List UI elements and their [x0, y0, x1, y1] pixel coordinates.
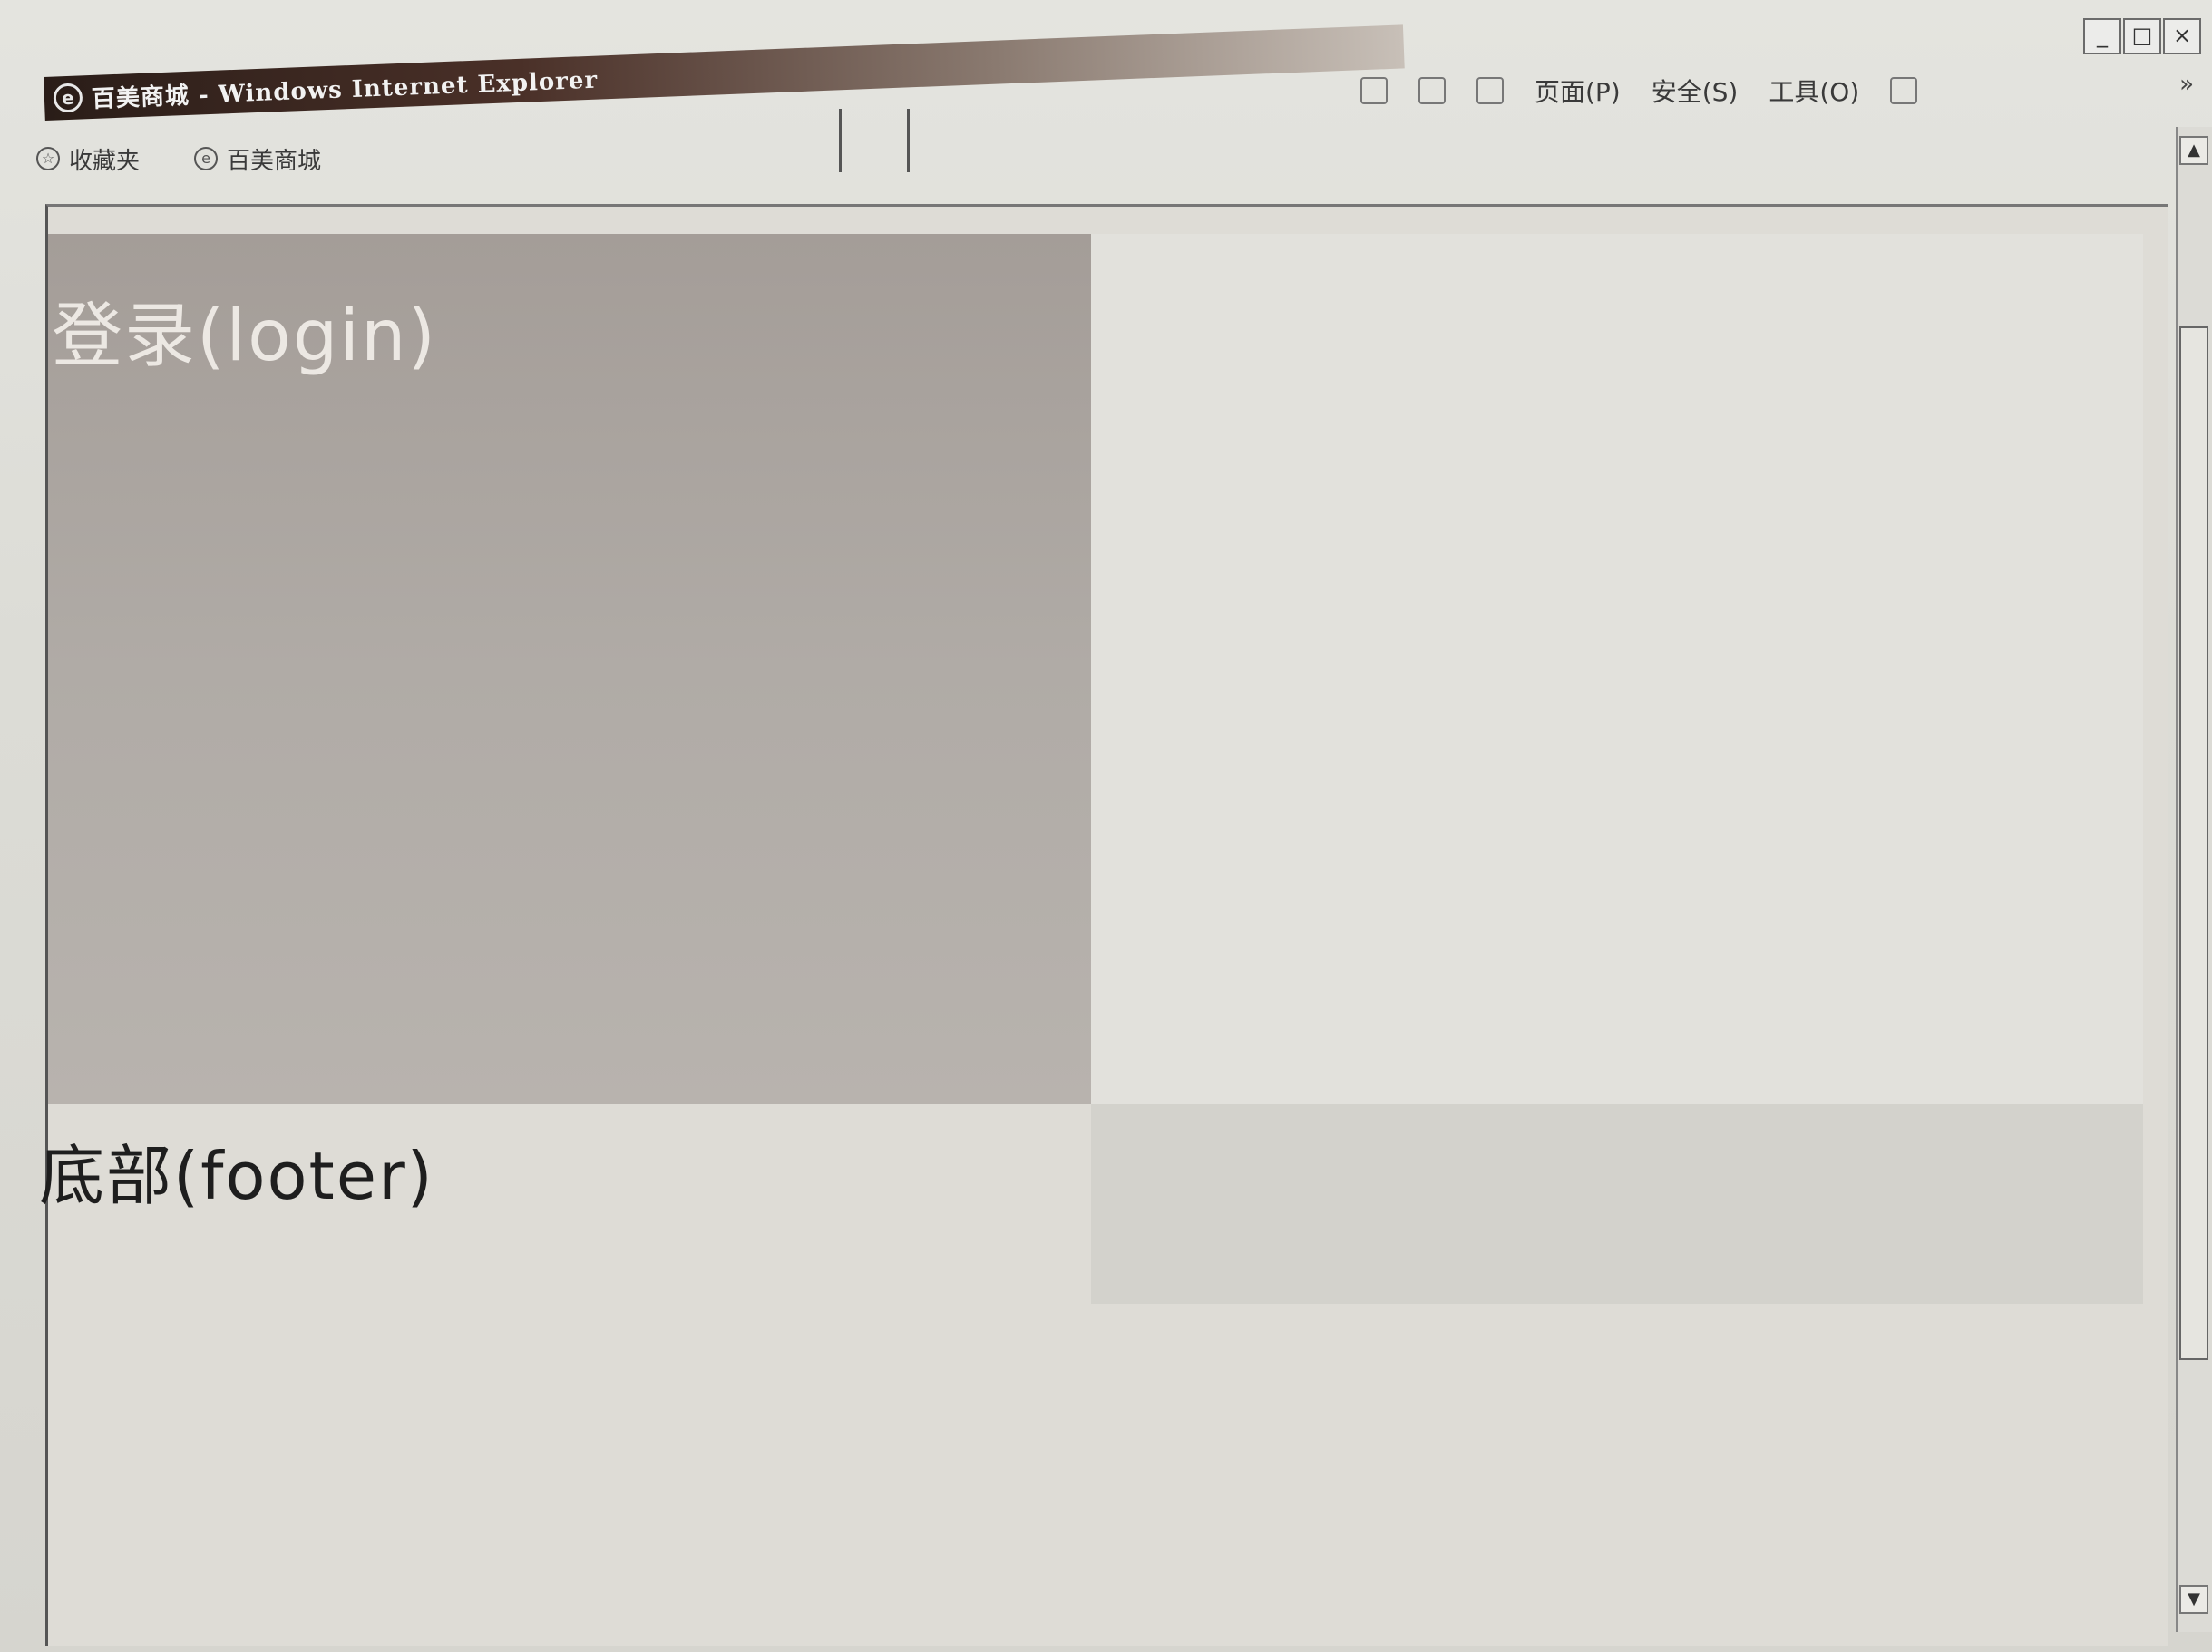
right-section	[1091, 234, 2143, 1104]
toolbar-divider	[839, 109, 842, 172]
star-icon: ☆	[36, 147, 60, 170]
scroll-thumb[interactable]	[2179, 326, 2208, 1360]
command-bar: 页面(P) 安全(S) 工具(O)	[1360, 73, 1918, 109]
window-controls: _ □ ×	[2083, 18, 2201, 54]
browser-screen: _ □ × e 百美商城 - Windows Internet Explorer…	[0, 0, 2212, 1652]
favorites-button[interactable]: ☆ 收藏夹	[36, 142, 140, 176]
close-button[interactable]: ×	[2163, 18, 2201, 54]
print-icon[interactable]	[1476, 77, 1504, 104]
menu-tools[interactable]: 工具(O)	[1769, 73, 1859, 109]
toolbar-divider	[907, 109, 910, 172]
scroll-up-button[interactable]: ▲	[2179, 136, 2208, 165]
menu-page[interactable]: 页面(P)	[1535, 73, 1621, 109]
login-section: 登录(login)	[48, 234, 1091, 1104]
minimize-button[interactable]: _	[2083, 18, 2121, 54]
scroll-down-button[interactable]: ▼	[2179, 1585, 2208, 1614]
ie-logo-icon: e	[53, 83, 83, 113]
tools-menu-label: 工具(O)	[1769, 77, 1860, 107]
page-menu-label: 页面(P)	[1535, 77, 1621, 107]
menu-security[interactable]: 安全(S)	[1652, 73, 1739, 109]
ie-page-icon: e	[194, 147, 219, 170]
vertical-scrollbar[interactable]: ▲ ▼	[2176, 127, 2212, 1632]
home-icon[interactable]	[1360, 77, 1388, 104]
feeds-icon[interactable]	[1418, 77, 1446, 104]
overflow-chevron-icon[interactable]: »	[2179, 71, 2194, 98]
favorite-link-baimei[interactable]: e 百美商城	[194, 142, 321, 176]
window-title: 百美商城 - Windows Internet Explorer	[91, 66, 599, 113]
favorite-link-label: 百美商城	[227, 147, 322, 175]
footer-heading: 底部(footer)	[39, 1138, 434, 1214]
security-menu-label: 安全(S)	[1651, 77, 1739, 107]
login-heading: 登录(login)	[52, 296, 437, 377]
favorites-bar: ☆ 收藏夹 e 百美商城	[36, 127, 2177, 190]
maximize-button[interactable]: □	[2123, 18, 2161, 54]
favorites-label: 收藏夹	[69, 147, 141, 175]
page-viewport: 登录(login) 底部(footer)	[39, 204, 2168, 1646]
title-bar: e 百美商城 - Windows Internet Explorer	[44, 24, 1405, 121]
help-icon[interactable]	[1890, 77, 1918, 104]
lower-right-band	[1091, 1104, 2143, 1304]
